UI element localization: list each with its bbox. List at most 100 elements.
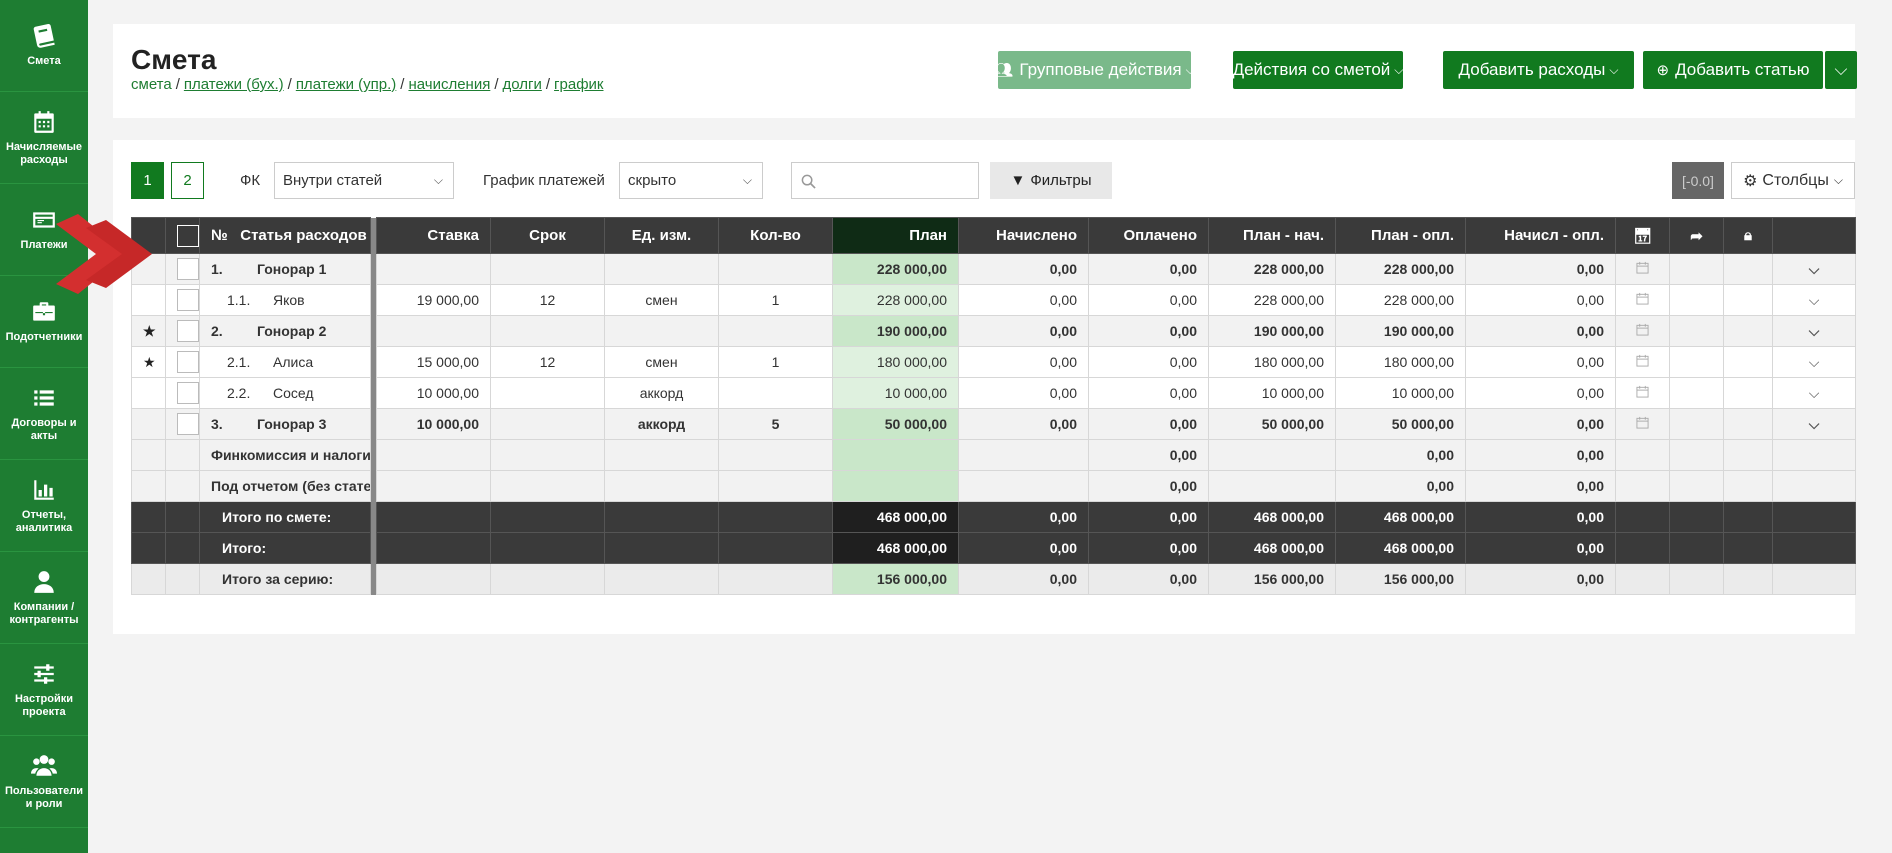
star-cell[interactable] [131,377,166,409]
header-paid[interactable]: Оплачено [1088,217,1209,254]
star-cell[interactable]: ★ [131,315,166,347]
header-lock[interactable]: 🔒︎ [1723,217,1773,254]
qty-cell[interactable]: 1 [718,346,833,378]
add-article-button[interactable]: ⊕ Добавить статью [1643,51,1823,89]
page-button-1[interactable]: 1 [131,162,164,199]
article-cell[interactable]: 1.1. Яков [199,284,371,316]
expand-cell[interactable]: ⌵ [1772,315,1856,347]
row-checkbox-cell[interactable] [165,377,200,409]
table-row[interactable]: ★ 2.1. Алиса 15 000,00 12 смен 1 180 000,00 0,00… [131,346,1856,378]
row-checkbox[interactable] [177,413,199,435]
sidebar-item-accrued-expenses[interactable]: Начисляемые расходы [0,92,88,184]
sidebar-item-project-settings[interactable]: Настройки проекта [0,644,88,736]
article-cell[interactable]: 2.1. Алиса [199,346,371,378]
row-checkbox-cell[interactable] [165,284,200,316]
rate-cell[interactable]: 15 000,00 [376,346,491,378]
zoom-indicator[interactable]: [-0.0] [1672,162,1724,199]
term-cell[interactable] [490,315,605,347]
article-cell[interactable]: 3. Гонорар 3 [199,408,371,440]
expand-cell[interactable]: ⌵ [1772,408,1856,440]
star-icon[interactable]: ★ [143,354,156,370]
add-article-dropdown-button[interactable]: ⌵ [1825,51,1857,89]
sidebar-item-companies[interactable]: Компании / контрагенты [0,552,88,644]
breadcrumb-schedule[interactable]: график [554,76,603,93]
breadcrumb-accruals[interactable]: начисления [408,76,490,93]
term-cell[interactable] [490,408,605,440]
calendar-icon[interactable] [1615,284,1670,316]
term-cell[interactable]: 12 [490,284,605,316]
calendar-icon[interactable] [1615,408,1670,440]
header-select-all[interactable] [165,217,200,254]
qty-cell[interactable] [718,377,833,409]
unit-cell[interactable]: смен [604,284,719,316]
rate-cell[interactable] [376,315,491,347]
expand-cell[interactable]: ⌵ [1772,284,1856,316]
term-cell[interactable]: 12 [490,346,605,378]
star-cell[interactable]: ★ [131,346,166,378]
rate-cell[interactable] [376,253,491,285]
calendar-icon[interactable] [1615,377,1670,409]
page-button-2[interactable]: 2 [171,162,204,199]
row-checkbox[interactable] [177,289,199,311]
chevron-down-icon[interactable]: ⌵ [1809,292,1820,308]
qty-cell[interactable]: 1 [718,284,833,316]
header-plan[interactable]: План [832,217,959,254]
sidebar-item-contracts[interactable]: Договоры и акты [0,368,88,460]
breadcrumb-debts[interactable]: долги [503,76,542,93]
unit-cell[interactable] [604,315,719,347]
unit-cell[interactable]: аккорд [604,377,719,409]
chevron-down-icon[interactable]: ⌵ [1809,354,1820,370]
search-input[interactable] [791,162,979,199]
calendar-icon[interactable] [1615,346,1670,378]
unit-cell[interactable]: смен [604,346,719,378]
chevron-down-icon[interactable]: ⌵ [1809,261,1820,277]
rate-cell[interactable]: 19 000,00 [376,284,491,316]
filters-button[interactable]: ▼︎ Фильтры [990,162,1112,199]
header-qty[interactable]: Кол-во [718,217,833,254]
header-plan-accrued[interactable]: План - нач. [1208,217,1336,254]
term-cell[interactable] [490,253,605,285]
fk-select[interactable]: Внутри статей ⌵ [274,162,454,199]
row-checkbox[interactable] [177,258,199,280]
row-checkbox-cell[interactable] [165,315,200,347]
chevron-down-icon[interactable]: ⌵ [1809,385,1820,401]
expand-cell[interactable]: ⌵ [1772,253,1856,285]
row-checkbox[interactable] [177,382,199,404]
qty-cell[interactable] [718,253,833,285]
add-expenses-button[interactable]: Добавить расходы ⌵ [1443,51,1634,89]
expand-cell[interactable]: ⌵ [1772,346,1856,378]
estimate-actions-button[interactable]: Действия со сметой ⌵ [1233,51,1403,89]
unit-cell[interactable] [604,253,719,285]
table-row[interactable]: 2.2. Сосед 10 000,00 аккорд 10 000,00 0,00 0,0… [131,377,1856,409]
header-calendar[interactable]: 📅︎ [1615,217,1670,254]
calendar-icon[interactable] [1615,253,1670,285]
row-checkbox[interactable] [177,320,199,342]
article-cell[interactable]: 2.2. Сосед [199,377,371,409]
table-row[interactable]: ★ 2. Гонорар 2 190 000,00 0,00 0,00 190 000,00… [131,315,1856,347]
table-row[interactable]: 3. Гонорар 3 10 000,00 аккорд 5 50 000,00 0,00… [131,408,1856,440]
qty-cell[interactable] [718,315,833,347]
header-rate[interactable]: Ставка [376,217,491,254]
chevron-down-icon[interactable]: ⌵ [1809,416,1820,432]
header-article[interactable]: № Статья расходов [199,217,371,254]
table-row[interactable]: 1.1. Яков 19 000,00 12 смен 1 228 000,00 0,00 0,… [131,284,1856,316]
rate-cell[interactable]: 10 000,00 [376,377,491,409]
row-checkbox-cell[interactable] [165,346,200,378]
unit-cell[interactable]: аккорд [604,408,719,440]
qty-cell[interactable]: 5 [718,408,833,440]
expand-cell[interactable]: ⌵ [1772,377,1856,409]
breadcrumb-payments-accounting[interactable]: платежи (бух.) [184,76,284,93]
header-share[interactable]: ➦ [1669,217,1724,254]
article-cell[interactable]: 2. Гонорар 2 [199,315,371,347]
header-plan-paid[interactable]: План - опл. [1335,217,1466,254]
breadcrumb-payments-management[interactable]: платежи (упр.) [296,76,396,93]
columns-button[interactable]: ⚙ Столбцы ⌵ [1731,162,1855,199]
star-icon[interactable]: ★ [143,323,156,339]
row-checkbox-cell[interactable] [165,253,200,285]
header-accrued[interactable]: Начислено [958,217,1089,254]
header-unit[interactable]: Ед. изм. [604,217,719,254]
group-actions-button[interactable]: 👥︎ Групповые действия ⌵ [994,51,1195,89]
sidebar-item-estimate[interactable]: Смета [0,0,88,92]
sidebar-item-reports[interactable]: Отчеты, аналитика [0,460,88,552]
article-cell[interactable]: 1. Гонорар 1 [199,253,371,285]
